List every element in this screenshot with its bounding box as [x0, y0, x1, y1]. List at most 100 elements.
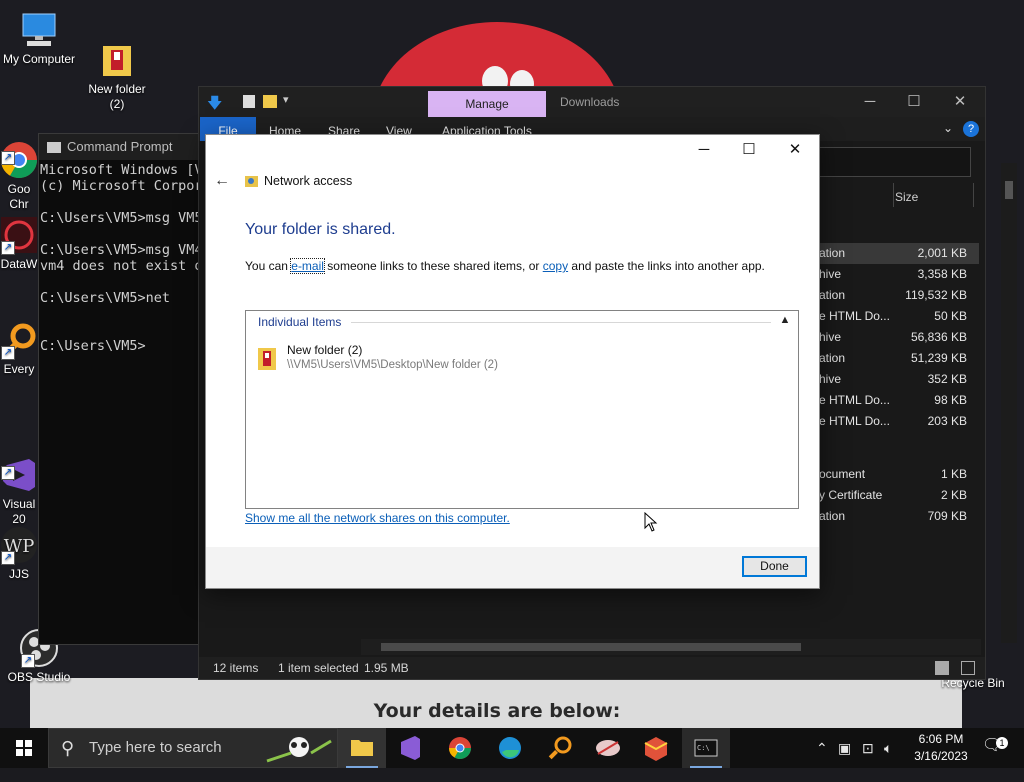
cmd-icon [47, 142, 61, 154]
windows-icon [16, 740, 32, 756]
close-button[interactable]: ✕ [773, 137, 817, 163]
file-row[interactable]: y Certificate 2 KB [819, 485, 979, 506]
vertical-scrollbar[interactable] [1001, 163, 1017, 643]
file-type: ation [819, 288, 846, 302]
group-header-individual-items[interactable]: Individual Items [258, 315, 346, 329]
download-arrow-icon: 🡇 [207, 95, 223, 112]
column-divider [893, 183, 894, 207]
search-highlight-image [261, 731, 335, 767]
file-row[interactable]: e HTML Do... 98 KB [819, 390, 979, 411]
taskbar-command-prompt[interactable]: C:\ [682, 728, 730, 768]
file-row[interactable]: ocument 1 KB [819, 464, 979, 485]
command-prompt-window[interactable]: Command Prompt Microsoft Windows [V (c) … [38, 133, 208, 645]
chrome-icon: ↗ [0, 125, 39, 179]
dialog-body: ─ ☐ ✕ ← Network access Your folder is sh… [206, 135, 819, 547]
file-size: 3,358 KB [917, 267, 967, 281]
status-bar: 12 items 1 item selected 1.95 MB [199, 657, 985, 679]
shortcut-arrow-icon: ↗ [21, 654, 35, 668]
scrollbar-thumb[interactable] [1005, 181, 1013, 199]
folder-icon [351, 740, 373, 756]
help-icon[interactable]: ? [963, 121, 979, 137]
file-size: 203 KB [927, 414, 967, 428]
email-link[interactable]: e-mail [290, 258, 325, 274]
package-icon [644, 737, 668, 761]
desktop-icon-label: Every [3, 362, 35, 376]
desktop-icon-my-computer[interactable]: My Computer [0, 10, 78, 67]
desktop-icon-label: Goo Chr [7, 182, 31, 211]
status-size: 1.95 MB [364, 661, 409, 675]
shared-items-list[interactable]: Individual Items ▲ New folder (2) \\VM5\… [245, 310, 799, 509]
chevron-down-icon[interactable]: ▾ [283, 93, 289, 106]
desc-text: You can [245, 259, 292, 273]
file-size: 2 KB [940, 488, 967, 502]
file-type: hive [819, 330, 842, 344]
group-divider [351, 322, 771, 323]
dataw-icon: ↗ [0, 215, 39, 255]
file-size: 352 KB [927, 372, 967, 386]
taskbar-file-explorer[interactable] [338, 728, 386, 768]
desktop-icon-new-folder[interactable]: New folder (2) [78, 10, 156, 112]
collapse-chevron-icon[interactable]: ▲ [778, 313, 792, 327]
maximize-button[interactable]: ☐ [891, 87, 937, 117]
clock[interactable]: 6:06 PM 3/16/2023 [906, 731, 976, 765]
network-icon[interactable]: ⊡ [862, 738, 874, 758]
minimize-button[interactable]: ─ [847, 87, 893, 117]
maximize-button[interactable]: ☐ [727, 137, 771, 163]
file-size: 119,532 KB [905, 288, 967, 302]
minimize-button[interactable]: ─ [682, 137, 726, 163]
file-row[interactable]: hive 56,836 KB [819, 327, 979, 348]
taskbar-chrome[interactable] [436, 728, 484, 768]
properties-icon[interactable] [243, 95, 255, 108]
file-row[interactable]: hive 3,358 KB [819, 264, 979, 285]
shortcut-arrow-icon: ↗ [1, 346, 15, 360]
start-button[interactable] [0, 728, 48, 768]
column-header-size[interactable]: Size [895, 187, 918, 207]
taskbar-search-box[interactable]: ⚲ Type here to search [48, 728, 338, 768]
ribbon-expand-icon[interactable]: ⌄ [943, 121, 953, 135]
scrollbar-thumb[interactable] [381, 643, 801, 651]
file-type: ation [819, 246, 846, 260]
visual-studio-icon: ↗ [0, 440, 39, 491]
close-button[interactable]: ✕ [937, 87, 983, 117]
file-row[interactable]: e HTML Do... 50 KB [819, 306, 979, 327]
taskbar-package-app[interactable] [632, 728, 680, 768]
cmd-line: Microsoft Windows [V [40, 162, 203, 178]
network-access-dialog[interactable]: ─ ☐ ✕ ← Network access Your folder is sh… [205, 134, 820, 589]
file-row[interactable]: hive 352 KB [819, 369, 979, 390]
new-folder-icon[interactable] [263, 95, 277, 108]
file-row[interactable]: ation 119,532 KB [819, 285, 979, 306]
search-box[interactable] [819, 147, 971, 177]
taskbar-everything[interactable] [536, 728, 584, 768]
tray-notification-icon[interactable]: ▣ [838, 738, 851, 758]
dialog-heading: Your folder is shared. [245, 221, 396, 238]
file-row[interactable]: e HTML Do... 203 KB [819, 411, 979, 432]
tab-manage[interactable]: Manage [428, 91, 546, 117]
tray-chevron-up-icon[interactable]: ⌃ [816, 738, 828, 758]
file-row[interactable]: ation 51,239 KB [819, 348, 979, 369]
cmd-title-bar[interactable]: Command Prompt [39, 134, 207, 160]
taskbar-visual-studio[interactable] [386, 728, 434, 768]
show-network-shares-link[interactable]: Show me all the network shares on this c… [245, 510, 510, 526]
file-type: hive [819, 372, 842, 386]
large-icons-view-icon[interactable] [961, 661, 975, 675]
shared-item-path: \\VM5\Users\VM5\Desktop\New folder (2) [287, 359, 498, 371]
desktop-icon-label: DataW [0, 257, 38, 271]
done-button[interactable]: Done [742, 556, 807, 577]
taskbar-app[interactable] [584, 728, 632, 768]
back-arrow-icon[interactable]: ← [212, 171, 232, 191]
cmd-line: vm4 does not exist o [40, 258, 203, 274]
everything-search-icon [548, 736, 572, 760]
file-size: 56,836 KB [910, 330, 967, 344]
volume-icon[interactable]: 🔈︎ [884, 738, 892, 758]
file-type: e HTML Do... [819, 309, 890, 323]
file-type: y Certificate [819, 488, 883, 502]
details-view-icon[interactable] [935, 661, 949, 675]
shared-item-name: New folder (2) [287, 343, 363, 357]
taskbar-edge[interactable] [486, 728, 534, 768]
file-row[interactable]: ation 709 KB [819, 506, 979, 527]
wallpaper-caption: Your details are below: [373, 700, 621, 722]
file-type: ation [819, 351, 846, 365]
copy-link[interactable]: copy [543, 259, 568, 273]
desc-text: and paste the links into another app. [568, 259, 765, 273]
file-row[interactable]: ation 2,001 KB [819, 243, 979, 264]
